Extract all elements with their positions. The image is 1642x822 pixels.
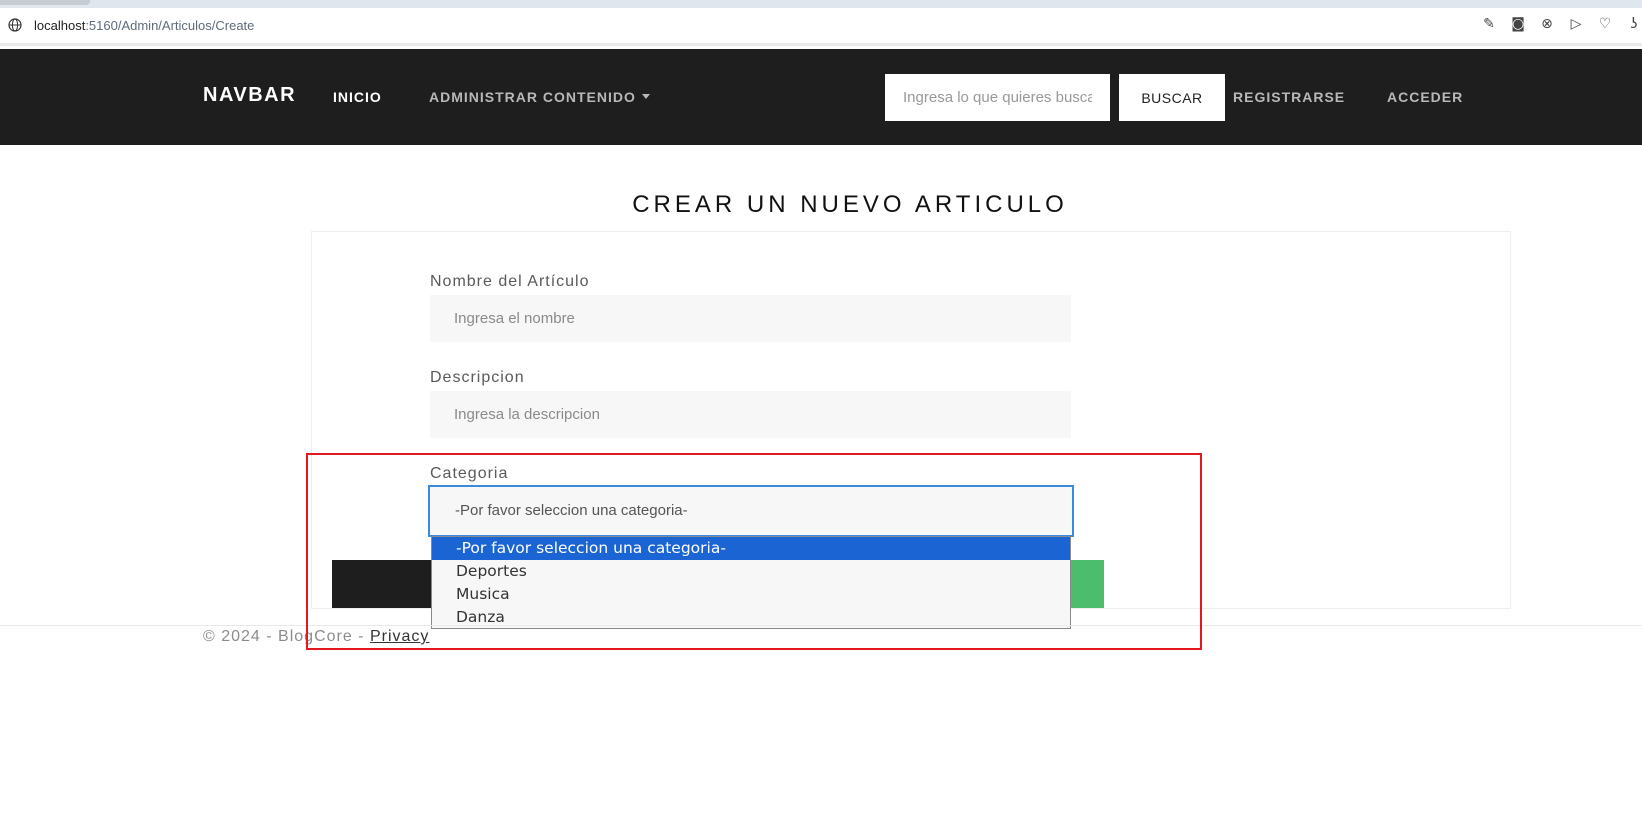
submit-button[interactable] bbox=[1070, 560, 1104, 608]
nav-link-acceder[interactable]: ACCEDER bbox=[1387, 89, 1463, 105]
categoria-option[interactable]: -Por favor seleccion una categoria- bbox=[432, 537, 1070, 560]
url-path: :5160/Admin/Articulos/Create bbox=[85, 18, 255, 33]
caret-down-icon bbox=[641, 93, 650, 99]
nav-link-registrarse[interactable]: REGISTRARSE bbox=[1233, 89, 1345, 105]
edit-icon[interactable]: ✎ bbox=[1481, 16, 1497, 32]
camera-icon[interactable]: ◙ bbox=[1510, 16, 1526, 32]
descripcion-label: Descripcion bbox=[430, 369, 525, 386]
privacy-link[interactable]: Privacy bbox=[370, 628, 429, 645]
extension-icon[interactable]: ʖ bbox=[1626, 16, 1642, 32]
nav-link-inicio[interactable]: INICIO bbox=[333, 89, 382, 105]
nav-dropdown-admin-label: ADMINISTRAR CONTENIDO bbox=[429, 89, 636, 105]
nombre-input[interactable] bbox=[430, 295, 1071, 342]
footer-copyright: © 2024 - BlogCore - bbox=[203, 628, 370, 645]
page-title: CREAR UN NUEVO ARTICULO bbox=[632, 191, 1068, 218]
url-host: localhost bbox=[34, 18, 86, 33]
browser-toolbar: ✎ ◙ ⊗ ▷ ♡ ʖ bbox=[1481, 16, 1642, 32]
categoria-select[interactable]: -Por favor seleccion una categoria- bbox=[428, 485, 1074, 537]
descripcion-input[interactable] bbox=[430, 391, 1071, 438]
categoria-dropdown-list: -Por favor seleccion una categoria- Depo… bbox=[431, 536, 1071, 629]
categoria-option[interactable]: Deportes bbox=[432, 560, 1070, 583]
shield-icon[interactable]: ⊗ bbox=[1539, 16, 1555, 32]
cancel-button[interactable] bbox=[332, 560, 432, 608]
heart-icon[interactable]: ♡ bbox=[1597, 16, 1613, 32]
nav-dropdown-admin[interactable]: ADMINISTRAR CONTENIDO bbox=[429, 89, 650, 105]
categoria-label: Categoria bbox=[430, 465, 509, 482]
url-text[interactable]: localhost:5160/Admin/Articulos/Create bbox=[34, 18, 254, 33]
browser-tab-strip bbox=[0, 0, 1642, 8]
footer-divider bbox=[0, 625, 1642, 626]
navbar-brand[interactable]: NAVBAR bbox=[203, 84, 296, 107]
search-input[interactable] bbox=[885, 74, 1110, 121]
categoria-option[interactable]: Musica bbox=[432, 583, 1070, 606]
play-icon[interactable]: ▷ bbox=[1568, 16, 1584, 32]
navbar: NAVBAR INICIO ADMINISTRAR CONTENIDO BUSC… bbox=[0, 49, 1642, 145]
footer: © 2024 - BlogCore - Privacy bbox=[203, 628, 429, 646]
search-button[interactable]: BUSCAR bbox=[1119, 74, 1225, 121]
address-bar[interactable]: localhost:5160/Admin/Articulos/Create ✎ … bbox=[0, 8, 1642, 46]
globe-icon bbox=[8, 18, 22, 32]
nombre-label: Nombre del Artículo bbox=[430, 273, 590, 290]
browser-tab[interactable] bbox=[0, 0, 90, 5]
